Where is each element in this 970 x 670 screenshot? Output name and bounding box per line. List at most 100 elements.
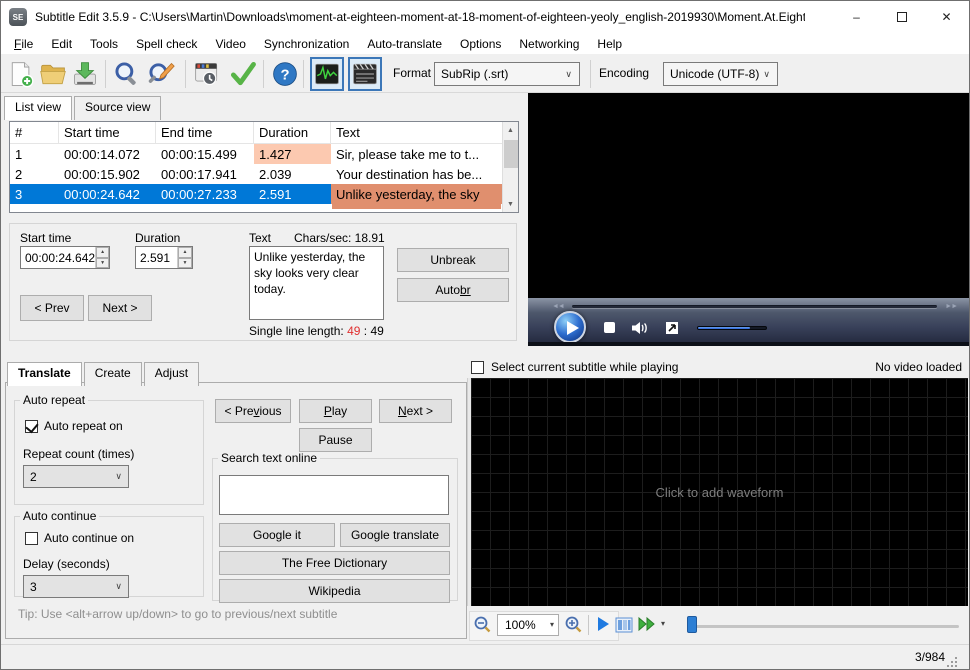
zoom-in-icon xyxy=(564,615,584,635)
start-time-spinner[interactable]: 00:00:24.642 ▲▼ xyxy=(20,246,110,269)
play-icon xyxy=(595,616,611,632)
wikipedia-button[interactable]: Wikipedia xyxy=(219,579,450,603)
menu-file[interactable]: File xyxy=(5,35,42,53)
fullscreen-button[interactable] xyxy=(665,321,679,335)
next-button[interactable]: Next > xyxy=(379,399,452,423)
maximize-button[interactable] xyxy=(879,1,924,32)
play-icon xyxy=(567,321,579,335)
table-row-selected[interactable]: 3 00:00:24.642 00:00:27.233 2.591 Unlike… xyxy=(10,184,518,204)
auto-br-button[interactable]: Auto br xyxy=(397,278,509,302)
column-text[interactable]: Text xyxy=(331,122,518,143)
chevron-down-icon[interactable]: ▾ xyxy=(661,619,665,628)
auto-repeat-checkbox[interactable]: Auto repeat on xyxy=(25,419,123,433)
spin-up-icon[interactable]: ▲ xyxy=(178,247,192,258)
menu-auto-translate[interactable]: Auto-translate xyxy=(358,35,451,53)
toggle-waveform-button[interactable] xyxy=(310,57,344,91)
tab-adjust[interactable]: Adjust xyxy=(144,362,199,386)
volume-slider[interactable] xyxy=(697,326,767,330)
tab-source-view[interactable]: Source view xyxy=(74,96,161,120)
scroll-down-icon[interactable]: ▼ xyxy=(503,196,518,212)
seek-back-icon[interactable]: ◄◄ xyxy=(552,303,564,310)
menu-edit[interactable]: Edit xyxy=(42,35,81,53)
checkbox-unchecked-icon[interactable] xyxy=(471,361,484,374)
stop-button[interactable] xyxy=(604,322,615,333)
next-subtitle-button[interactable]: Next > xyxy=(88,295,152,321)
help-button[interactable]: ? xyxy=(269,58,301,90)
tab-translate[interactable]: Translate xyxy=(7,362,82,386)
spell-check-button[interactable] xyxy=(227,58,259,90)
scrollbar-thumb[interactable] xyxy=(504,140,518,168)
find-button[interactable] xyxy=(111,58,143,90)
chevron-down-icon: ∨ xyxy=(115,581,122,592)
spin-up-icon[interactable]: ▲ xyxy=(96,247,109,258)
menu-video[interactable]: Video xyxy=(206,35,254,53)
subtitle-text-input[interactable]: Unlike yesterday, the sky looks very cle… xyxy=(249,246,384,320)
column-end-time[interactable]: End time xyxy=(156,122,254,143)
duration-spinner[interactable]: 2.591 ▲▼ xyxy=(135,246,193,269)
table-scrollbar[interactable]: ▲ ▼ xyxy=(502,122,518,212)
waveform-zoom-select[interactable]: 100%▾ xyxy=(497,614,559,636)
slider-thumb[interactable] xyxy=(687,616,697,633)
table-row[interactable]: 1 00:00:14.072 00:00:15.499 1.427 Sir, p… xyxy=(10,144,518,164)
search-icon xyxy=(113,60,141,88)
menu-tools[interactable]: Tools xyxy=(81,35,127,53)
table-row[interactable]: 2 00:00:15.902 00:00:17.941 2.039 Your d… xyxy=(10,164,518,184)
table-header: # Start time End time Duration Text xyxy=(10,122,518,144)
menu-help[interactable]: Help xyxy=(588,35,631,53)
google-translate-button[interactable]: Google translate xyxy=(340,523,450,547)
replace-button[interactable] xyxy=(145,58,177,90)
seek-bar[interactable] xyxy=(572,305,937,308)
auto-continue-checkbox[interactable]: Auto continue on xyxy=(25,531,134,545)
menu-spell-check[interactable]: Spell check xyxy=(127,35,206,53)
format-select[interactable]: SubRip (.srt)∨ xyxy=(434,62,580,86)
waveform-ff-button[interactable] xyxy=(637,616,659,635)
tab-create[interactable]: Create xyxy=(84,362,142,386)
toolbar-separator xyxy=(105,60,106,88)
unbreak-button[interactable]: Unbreak xyxy=(397,248,509,272)
seek-forward-icon[interactable]: ►► xyxy=(945,303,957,310)
menu-bar: File Edit Tools Spell check Video Synchr… xyxy=(1,33,969,54)
waveform-area[interactable]: Click to add waveform xyxy=(471,378,968,606)
zoom-out-icon xyxy=(473,615,493,635)
open-folder-icon xyxy=(39,60,67,88)
save-button[interactable] xyxy=(69,58,101,90)
spin-down-icon[interactable]: ▼ xyxy=(178,258,192,269)
waveform-position-slider[interactable] xyxy=(689,625,959,628)
visual-sync-button[interactable] xyxy=(191,58,223,90)
column-start-time[interactable]: Start time xyxy=(59,122,156,143)
minimize-button[interactable]: – xyxy=(834,1,879,32)
menu-options[interactable]: Options xyxy=(451,35,510,53)
play-button[interactable]: Play xyxy=(299,399,372,423)
waveform-play-button[interactable] xyxy=(595,616,611,635)
repeat-count-select[interactable]: 2∨ xyxy=(23,465,129,488)
toggle-video-button[interactable] xyxy=(348,57,382,91)
waveform-zoom-out-button[interactable] xyxy=(473,615,493,638)
repeat-count-label: Repeat count (times) xyxy=(23,447,134,461)
column-number[interactable]: # xyxy=(10,122,59,143)
delay-select[interactable]: 3∨ xyxy=(23,575,129,598)
menu-networking[interactable]: Networking xyxy=(510,35,588,53)
spin-down-icon[interactable]: ▼ xyxy=(96,258,109,269)
encoding-select[interactable]: Unicode (UTF-8)∨ xyxy=(663,62,778,86)
tab-list-view[interactable]: List view xyxy=(4,96,72,120)
encoding-label: Encoding xyxy=(599,66,649,80)
menu-synchronization[interactable]: Synchronization xyxy=(255,35,358,53)
previous-button[interactable]: < Previous xyxy=(215,399,291,423)
free-dictionary-button[interactable]: The Free Dictionary xyxy=(219,551,450,575)
open-file-button[interactable] xyxy=(37,58,69,90)
pause-button[interactable]: Pause xyxy=(299,428,372,452)
chars-per-sec: Chars/sec: 18.91 xyxy=(294,231,385,245)
scroll-up-icon[interactable]: ▲ xyxy=(503,122,518,138)
search-text-input[interactable] xyxy=(219,475,449,515)
waveform-columns-button[interactable] xyxy=(615,616,633,637)
google-it-button[interactable]: Google it xyxy=(219,523,335,547)
resize-grip-icon[interactable] xyxy=(947,665,949,667)
mute-button[interactable] xyxy=(631,321,649,335)
column-duration[interactable]: Duration xyxy=(254,122,331,143)
video-player[interactable]: ◄◄ ►► xyxy=(528,93,970,346)
close-button[interactable]: ✕ xyxy=(924,1,969,32)
waveform-zoom-in-button[interactable] xyxy=(564,615,584,638)
new-file-button[interactable] xyxy=(5,58,37,90)
prev-subtitle-button[interactable]: < Prev xyxy=(20,295,84,321)
play-pause-button[interactable] xyxy=(554,311,586,343)
